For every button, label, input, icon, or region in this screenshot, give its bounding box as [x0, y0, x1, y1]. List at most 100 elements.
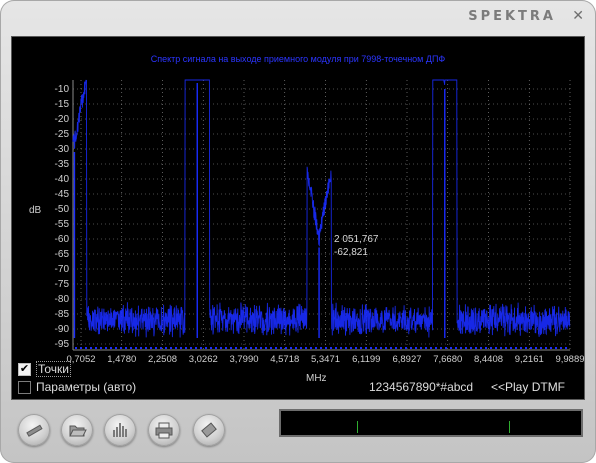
baseline-point: [160, 347, 162, 349]
params-checkbox[interactable]: [18, 380, 31, 394]
baseline-point: [475, 347, 477, 349]
baseline-point: [220, 347, 222, 349]
baseline-point: [140, 347, 142, 349]
baseline-point: [185, 347, 187, 349]
x-tick-label: 5,3471: [311, 354, 340, 365]
baseline-point: [315, 347, 317, 349]
level-meter: [279, 409, 583, 437]
baseline-point: [390, 347, 392, 349]
baseline-point: [295, 347, 297, 349]
baseline-point: [80, 347, 82, 349]
x-tick-label: 9,2161: [515, 354, 544, 365]
y-tick-label: -50: [55, 204, 70, 215]
baseline-point: [310, 347, 312, 349]
print-button[interactable]: [148, 414, 180, 446]
baseline-point: [200, 347, 202, 349]
baseline-point: [90, 347, 92, 349]
baseline-point: [95, 347, 97, 349]
points-checkbox-row[interactable]: ✔ Точки: [18, 361, 72, 377]
baseline-point: [190, 347, 192, 349]
title-bar[interactable]: SPEKTRA ✕: [0, 0, 596, 34]
baseline-point: [520, 347, 522, 349]
baseline-point: [395, 347, 397, 349]
baseline-point: [130, 347, 132, 349]
baseline-point: [305, 347, 307, 349]
baseline-point: [205, 347, 207, 349]
x-tick-label: 7,6680: [433, 354, 462, 365]
y-tick-label: -95: [55, 339, 70, 350]
y-tick-label: -30: [55, 144, 70, 155]
baseline-point: [110, 347, 112, 349]
y-tick-label: -10: [55, 84, 70, 95]
close-icon[interactable]: ✕: [572, 8, 584, 24]
x-tick-label: 8,4408: [474, 354, 503, 365]
play-dtmf-link[interactable]: <<Play DTMF: [491, 380, 565, 394]
baseline-point: [550, 347, 552, 349]
baseline-point: [505, 347, 507, 349]
baseline-point: [430, 347, 432, 349]
x-tick-label: 2,2508: [148, 354, 177, 365]
points-checkbox[interactable]: ✔: [18, 362, 31, 376]
x-tick-label: 6,1199: [352, 354, 380, 365]
baseline-point: [400, 347, 402, 349]
x-tick-label: 3,0262: [189, 354, 218, 365]
baseline-point: [355, 347, 357, 349]
baseline-point: [525, 347, 527, 349]
baseline-point: [365, 347, 367, 349]
open-button[interactable]: [61, 414, 93, 446]
pencil-button[interactable]: [18, 414, 50, 446]
baseline-point: [195, 347, 197, 349]
spectrum-button[interactable]: [104, 414, 136, 446]
y-tick-label: -45: [55, 189, 70, 200]
y-tick-label: -25: [55, 129, 70, 140]
y-tick-label: -60: [55, 234, 70, 245]
baseline-point: [495, 347, 497, 349]
baseline-point: [115, 347, 117, 349]
pencil-icon: [26, 424, 43, 437]
baseline-point: [530, 347, 532, 349]
baseline-point: [170, 347, 172, 349]
baseline-point: [470, 347, 472, 349]
baseline-point: [210, 347, 212, 349]
baseline-point: [535, 347, 537, 349]
spektra-window: SPEKTRA ✕ Спектр сигнала на выходе прием…: [0, 0, 596, 463]
dtmf-sequence[interactable]: 1234567890*#abcd: [369, 380, 473, 394]
params-checkbox-row[interactable]: Параметры (авто): [18, 380, 136, 394]
clear-button[interactable]: [193, 414, 225, 446]
baseline-point: [545, 347, 547, 349]
baseline-point: [155, 347, 157, 349]
x-tick-label: 3,7990: [229, 354, 258, 365]
baseline-point: [560, 347, 562, 349]
baseline-point: [420, 347, 422, 349]
baseline-point: [370, 347, 372, 349]
baseline-point: [85, 347, 87, 349]
baseline-point: [450, 347, 452, 349]
baseline-point: [325, 347, 327, 349]
y-axis-label: dB: [29, 205, 42, 216]
baseline-point: [460, 347, 462, 349]
baseline-point: [250, 347, 252, 349]
baseline-point: [500, 347, 502, 349]
baseline-point: [275, 347, 277, 349]
baseline-point: [405, 347, 407, 349]
baseline-point: [380, 347, 382, 349]
y-tick-label: -35: [55, 159, 70, 170]
baseline-point: [135, 347, 137, 349]
y-tick-label: -20: [55, 114, 70, 125]
baseline-point: [320, 347, 322, 349]
params-label[interactable]: Параметры (авто): [36, 380, 136, 394]
baseline-point: [125, 347, 127, 349]
baseline-point: [415, 347, 417, 349]
baseline-point: [375, 347, 377, 349]
baseline-point: [260, 347, 262, 349]
baseline-point: [445, 347, 447, 349]
baseline-point: [175, 347, 177, 349]
baseline-point: [300, 347, 302, 349]
baseline-point: [485, 347, 487, 349]
meter-tick: [509, 421, 510, 433]
baseline-point: [515, 347, 517, 349]
baseline-point: [455, 347, 457, 349]
baseline-point: [255, 347, 257, 349]
points-label[interactable]: Точки: [36, 361, 72, 377]
baseline-point: [410, 347, 412, 349]
